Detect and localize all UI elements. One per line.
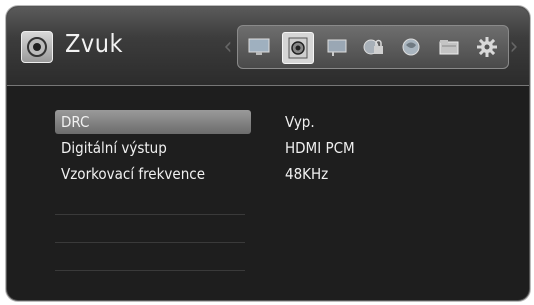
speaker-icon [21, 31, 53, 63]
header-bar: Zvuk ‹ › [7, 7, 529, 86]
lock-icon[interactable] [358, 32, 388, 62]
network-icon[interactable] [396, 32, 426, 62]
audio-icon[interactable] [282, 32, 314, 64]
gear-icon[interactable] [472, 32, 502, 62]
folder-icon[interactable] [434, 32, 464, 62]
empty-row-divider [55, 214, 245, 215]
chevron-right-icon[interactable]: › [509, 31, 519, 61]
chevron-left-icon[interactable]: ‹ [223, 31, 233, 61]
setup-window: Zvuk ‹ › DRC Vyp. Digitální výstup HDMI … [6, 6, 530, 301]
setting-label-digital-output[interactable]: Digitální výstup [61, 137, 167, 159]
category-icon-bar [237, 25, 509, 69]
setting-value-drc[interactable]: Vyp. [285, 111, 315, 133]
setting-value-sampling-frequency[interactable]: 48KHz [285, 163, 328, 185]
setting-label-drc: DRC [61, 113, 90, 131]
language-icon[interactable] [322, 32, 352, 62]
empty-row-divider [55, 242, 245, 243]
page-title: Zvuk [65, 29, 123, 58]
setting-label-sampling-frequency[interactable]: Vzorkovací frekvence [61, 163, 205, 185]
setting-value-digital-output[interactable]: HDMI PCM [285, 137, 355, 159]
display-icon[interactable] [244, 32, 274, 62]
settings-list: DRC Vyp. Digitální výstup HDMI PCM Vzork… [7, 86, 529, 300]
empty-row-divider [55, 270, 245, 271]
